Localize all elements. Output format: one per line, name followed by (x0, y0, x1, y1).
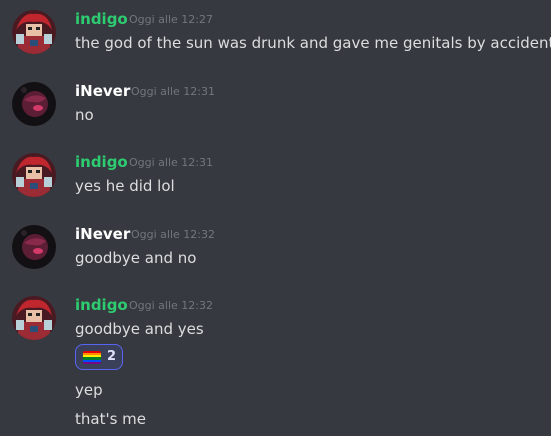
message-text: goodbye and no (75, 249, 197, 267)
message-text: no (75, 106, 94, 124)
message-text: yes he did lol (75, 177, 175, 195)
chat-messages: indigo Oggi alle 12:27 the god of the su… (0, 0, 551, 436)
reaction-button[interactable]: 2 (75, 344, 123, 370)
avatar-indigo[interactable] (12, 10, 56, 54)
reaction-count: 2 (107, 349, 117, 364)
message-text: the god of the sun was drunk and gave me… (75, 34, 551, 52)
timestamp: Oggi alle 12:31 (129, 156, 213, 169)
message-text: yep (75, 381, 103, 399)
author-name[interactable]: indigo (75, 10, 128, 28)
avatar-indigo[interactable] (12, 153, 56, 197)
avatar-indigo[interactable] (12, 296, 56, 340)
timestamp: Oggi alle 12:32 (131, 228, 215, 241)
avatar-inever[interactable] (12, 82, 56, 126)
timestamp: Oggi alle 12:31 (131, 85, 215, 98)
rainbow-flag-icon (83, 351, 101, 364)
author-name[interactable]: iNever (75, 82, 130, 100)
avatar-inever[interactable] (12, 225, 56, 269)
author-name[interactable]: indigo (75, 296, 128, 314)
author-name[interactable]: indigo (75, 153, 128, 171)
author-name[interactable]: iNever (75, 225, 130, 243)
message-text: goodbye and yes (75, 320, 204, 338)
timestamp: Oggi alle 12:27 (129, 13, 213, 26)
message-text: that's me (75, 410, 147, 428)
timestamp: Oggi alle 12:32 (129, 299, 213, 312)
